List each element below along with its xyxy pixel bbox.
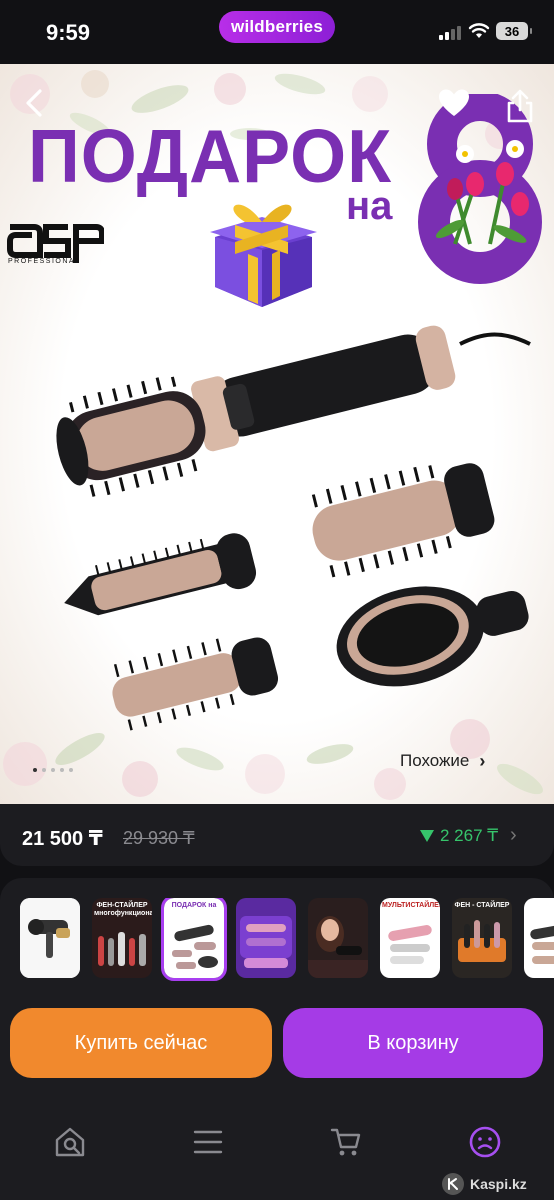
- variant-thumbnails: ФЕН-СТАЙЛЕР многофункциональный ПОДАРОК …: [20, 898, 554, 982]
- thumbnail-label: МУЛЬТИСТАЙЛЕР: [382, 902, 440, 909]
- cashback-info[interactable]: 2 267 ₸: [420, 826, 498, 846]
- product-image-carousel[interactable]: ПОДАРОК на PROFESSIONAL Похожие ›: [0, 64, 554, 804]
- clock: 9:59: [46, 20, 91, 45]
- price-row: 21 500 ₸ 29 930 ₸ 2 267 ₸ ›: [0, 804, 554, 866]
- chevron-right-icon[interactable]: ›: [510, 824, 517, 847]
- brand-logo-subtitle: PROFESSIONAL: [8, 258, 81, 265]
- bottom-sheet: ФЕН-СТАЙЛЕР многофункциональный ПОДАРОК …: [0, 878, 554, 1200]
- product-image-hair-styler: [56, 325, 531, 731]
- promo-title: ПОДАРОК: [28, 115, 393, 199]
- battery-indicator: 36: [496, 22, 532, 40]
- price-down-icon: [420, 830, 434, 842]
- home-search-icon[interactable]: [50, 1122, 90, 1162]
- kaspi-logo-icon: [442, 1173, 464, 1195]
- buy-now-button[interactable]: Купить сейчас: [10, 1008, 272, 1078]
- heart-icon[interactable]: [438, 88, 470, 118]
- similar-products-link[interactable]: Похожие ›: [400, 746, 534, 776]
- variant-thumbnail[interactable]: [524, 898, 554, 978]
- brand-pill[interactable]: wildberries: [219, 11, 335, 43]
- variant-thumbnail[interactable]: ФЕН - СТАЙЛЕР: [452, 898, 512, 978]
- menu-icon[interactable]: [188, 1122, 228, 1162]
- bottom-navigation: Kaspi.kz: [0, 1100, 554, 1200]
- thumbnail-label: ФЕН - СТАЙЛЕР: [454, 902, 510, 909]
- variant-thumbnail[interactable]: [236, 898, 296, 978]
- promo-subtitle: на: [346, 184, 393, 228]
- share-icon[interactable]: [505, 88, 535, 124]
- variant-thumbnail[interactable]: ФЕН-СТАЙЛЕР многофункциональный: [92, 898, 152, 978]
- add-to-cart-button[interactable]: В корзину: [283, 1008, 543, 1078]
- cashback-amount: 2 267 ₸: [440, 826, 499, 845]
- cart-icon[interactable]: [326, 1122, 366, 1162]
- gift-icon: [210, 204, 317, 307]
- wifi-icon: [468, 23, 490, 38]
- old-price: 29 930 ₸: [123, 828, 195, 848]
- thumbnail-label: ФЕН-СТАЙЛЕР многофункциональный: [94, 902, 152, 917]
- watermark: Kaspi.kz: [442, 1173, 527, 1195]
- profile-icon[interactable]: [465, 1122, 505, 1162]
- similar-products-label: Похожие: [400, 751, 470, 770]
- chevron-right-icon: ›: [479, 750, 486, 771]
- variant-thumbnail[interactable]: [308, 898, 368, 978]
- variant-thumbnail[interactable]: [20, 898, 80, 978]
- status-bar: 9:59 wildberries 36: [0, 0, 554, 64]
- variant-thumbnail-selected[interactable]: ПОДАРОК на: [161, 898, 227, 981]
- watermark-text: Kaspi.kz: [470, 1176, 527, 1192]
- variant-thumbnail[interactable]: МУЛЬТИСТАЙЛЕР: [380, 898, 440, 978]
- carousel-dots: [33, 768, 73, 772]
- current-price: 21 500 ₸: [22, 828, 103, 850]
- thumbnail-label: ПОДАРОК на: [171, 902, 217, 909]
- signal-icon: [439, 24, 461, 40]
